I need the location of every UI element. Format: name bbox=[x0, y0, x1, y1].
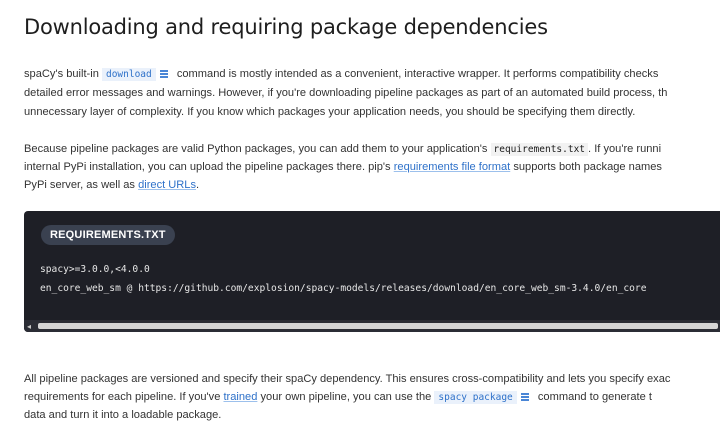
trained-link[interactable]: trained bbox=[223, 391, 257, 403]
spacy-package-command-code[interactable]: spacy package bbox=[434, 391, 517, 404]
text: . If you're runni bbox=[588, 143, 662, 155]
requirements-txt-code: requirements.txt bbox=[490, 143, 589, 156]
paragraph-2-line-1: Because pipeline packages are valid Pyth… bbox=[24, 140, 661, 160]
code-block-requirements: REQUIREMENTS.TXT spacy>=3.0.0,<4.0.0 en_… bbox=[24, 211, 720, 332]
text: spaCy's built-in bbox=[24, 68, 99, 80]
requirements-file-format-link[interactable]: requirements file format bbox=[394, 161, 511, 173]
code-block-label: REQUIREMENTS.TXT bbox=[41, 225, 175, 245]
paragraph-2-line-3: PyPi server, as well as direct URLs. bbox=[24, 176, 199, 195]
direct-urls-link[interactable]: direct URLs bbox=[138, 179, 196, 191]
text: requirements for each pipeline. If you'v… bbox=[24, 391, 221, 403]
text: Because pipeline packages are valid Pyth… bbox=[24, 143, 488, 155]
scrollbar-thumb[interactable] bbox=[38, 323, 718, 329]
text: PyPi server, as well as bbox=[24, 179, 135, 191]
download-command-code[interactable]: download bbox=[101, 68, 156, 81]
text: your own pipeline, you can use the bbox=[260, 391, 432, 403]
text: supports both package names bbox=[513, 161, 662, 173]
horizontal-scrollbar[interactable]: ◂ bbox=[24, 320, 720, 332]
paragraph-1-line-3: unnecessary layer of complexity. If you … bbox=[24, 106, 636, 118]
paragraph-3-line-1: All pipeline packages are versioned and … bbox=[24, 373, 671, 385]
text: . bbox=[196, 179, 200, 191]
paragraph-3-line-2: requirements for each pipeline. If you'v… bbox=[24, 388, 652, 408]
docs-link-icon[interactable] bbox=[159, 69, 168, 78]
code-line-1: spacy>=3.0.0,<4.0.0 bbox=[40, 264, 150, 275]
text: command is mostly intended as a convenie… bbox=[176, 68, 659, 80]
docs-link-icon[interactable] bbox=[520, 392, 529, 401]
paragraph-2-line-2: internal PyPi installation, you can uplo… bbox=[24, 158, 662, 177]
scroll-left-arrow-icon[interactable]: ◂ bbox=[27, 322, 31, 331]
paragraph-3-line-3: data and turn it into a loadable package… bbox=[24, 409, 222, 421]
paragraph-1-line-1: spaCy's built-in download command is mos… bbox=[24, 65, 658, 85]
section-heading: Downloading and requiring package depend… bbox=[24, 15, 548, 39]
code-line-2: en_core_web_sm @ https://github.com/expl… bbox=[40, 283, 647, 294]
text: internal PyPi installation, you can uplo… bbox=[24, 161, 391, 173]
paragraph-1-line-2: detailed error messages and warnings. Ho… bbox=[24, 87, 668, 99]
text: command to generate t bbox=[537, 391, 652, 403]
